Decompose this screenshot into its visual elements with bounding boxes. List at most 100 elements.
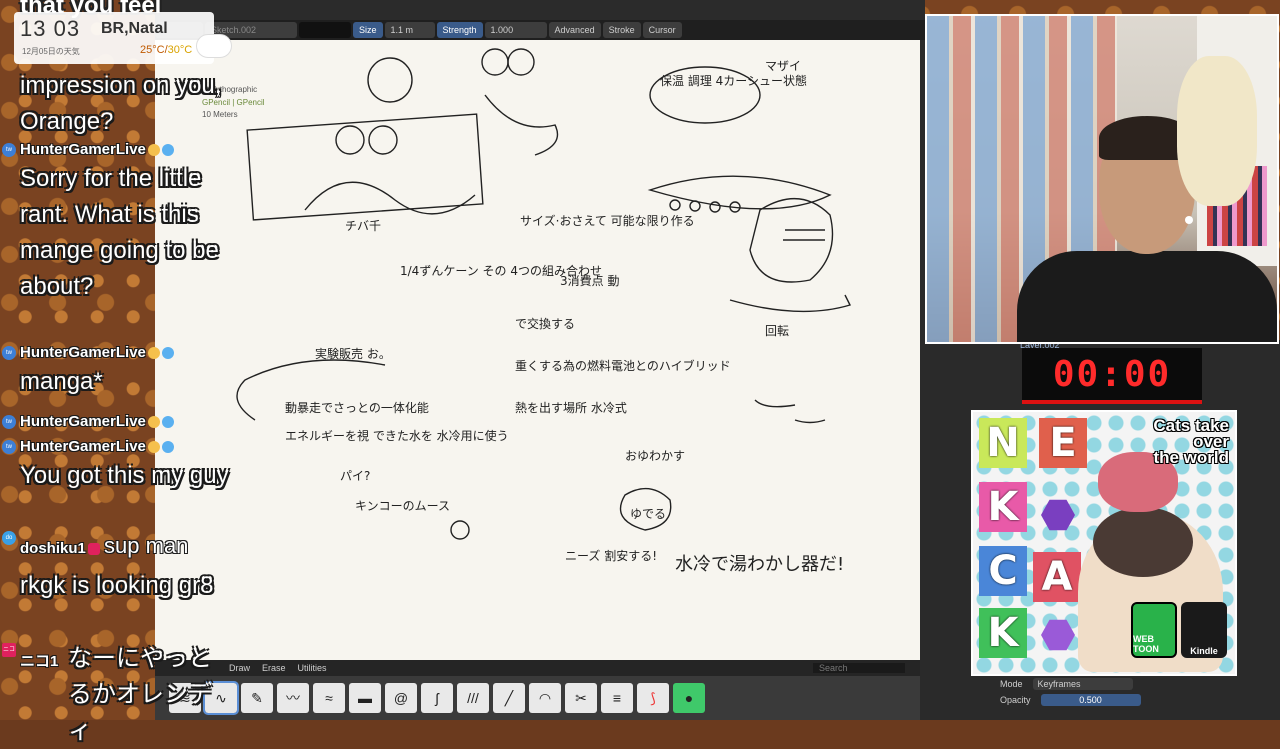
sub-badge-icon (161, 441, 174, 454)
opacity-label: Opacity (1000, 695, 1031, 705)
sketch-note: 水冷で湯わかし器だ! (675, 554, 844, 575)
stroke-dropdown[interactable]: Stroke (602, 22, 641, 38)
chat-message: なーにやっとるかオレンディ (68, 645, 212, 744)
sketch-note: で交換する (515, 316, 575, 331)
brush-thumbnail[interactable]: 〰 (277, 683, 309, 713)
sketch-face (367, 57, 413, 103)
promo-letter: K (979, 482, 1027, 532)
sketch-note: 実験販売 お。 (315, 346, 391, 361)
twitch-icon: tw (2, 346, 16, 360)
brush-thumbnail[interactable]: ⟆ (637, 683, 669, 713)
opacity-slider[interactable]: 0.500 (1040, 694, 1141, 706)
chat-message: You got this my guy (20, 462, 229, 489)
sketch-note: チバ千 (345, 219, 381, 233)
chat-message: manga* (20, 368, 103, 395)
kindle-label: Kindle (1190, 646, 1218, 656)
sketch-note: おゆわかす (625, 449, 685, 463)
cloud-icon (196, 34, 232, 58)
weather-date: 12月05日の天気 (22, 47, 80, 56)
brush-thumbnail[interactable]: ● (673, 683, 705, 713)
youtube-icon: do (2, 531, 16, 545)
sketch-note: 回転 (765, 324, 789, 338)
sketch-note: 保温 調理 4カーシュー状態 (660, 73, 807, 88)
color-swatch[interactable] (299, 22, 351, 38)
webtoon-label: WEB TOON (1133, 634, 1159, 654)
teddy-bear (1177, 56, 1257, 206)
sketch-note: パイ? (340, 469, 370, 483)
drawing-canvas[interactable]: ht Orthographic GPencil | GPencil 10 Met… (155, 40, 920, 660)
kindle-badge: Kindle (1181, 602, 1227, 658)
brush-thumbnail[interactable]: ◠ (529, 683, 561, 713)
brush-thumbnail[interactable]: ≈ (313, 683, 345, 713)
search-input[interactable]: Search (813, 663, 905, 673)
promo-title: Cats take over the world (1153, 417, 1229, 467)
promo-card: N E K C A K Cats take over the world WEB… (971, 410, 1237, 676)
brush-thumbnail[interactable]: ╱ (493, 683, 525, 713)
brush-thumbnail[interactable]: ▬ (349, 683, 381, 713)
chat-username: ニコ1 (20, 653, 59, 670)
sketch-note: エネルギーを視 できた水を 水冷用に使う (285, 428, 509, 443)
blender-window: Sketch.002 Size 1.1 m Strength 1.000 Adv… (155, 0, 925, 720)
brush-thumbnail[interactable]: @ (385, 683, 417, 713)
brush-thumbnail[interactable]: /// (457, 683, 489, 713)
cursor-dropdown[interactable]: Cursor (642, 22, 682, 38)
size-field[interactable]: 1.1 m (384, 22, 435, 38)
opacity-row: Opacity 0.500 (1000, 694, 1141, 706)
streamer-body (1017, 251, 1277, 342)
chat-username: HunterGamerLive (20, 438, 174, 455)
sketch-note: キンコーのムース (355, 499, 450, 513)
sketch-note: 熱を出す場所 水冷式 (515, 401, 627, 415)
promo-letter: N (979, 418, 1027, 468)
twitch-icon: tw (2, 440, 16, 454)
brush-thumbnail[interactable]: ≡ (601, 683, 633, 713)
chat-username-text: HunterGamerLive (20, 438, 146, 455)
mode-dropdown[interactable]: Keyframes (1032, 678, 1133, 690)
chat-message: impression on you, Orange? (20, 72, 222, 135)
chat-message-inline: sup man (104, 533, 189, 558)
asset-shelf-tabs: Draw Erase Utilities Search (155, 660, 925, 676)
advanced-dropdown[interactable]: Advanced (548, 22, 601, 38)
clock-location: BR,Natal (101, 20, 168, 37)
strength-field[interactable]: 1.000 (484, 22, 547, 38)
promo-letter: E (1039, 418, 1087, 468)
brush-thumbnail[interactable]: ʃ (421, 683, 453, 713)
tab-erase[interactable]: Erase (256, 663, 292, 673)
sketch-note: マザイ (765, 59, 801, 73)
sketch-drawing: チバ千 サイズ·おさえて 可能な限り作る 1/4ずんケーン その 4つの組み合わ… (236, 48, 851, 575)
tool-header: Sketch.002 Size 1.1 m Strength 1.000 Adv… (155, 20, 925, 40)
sketch-note: ゆでる (630, 507, 666, 521)
sub-badge-icon (161, 347, 174, 360)
chat-username: HunterGamerLive (20, 413, 174, 430)
brush-shelf: ≋ ∿ ✎ 〰 ≈ ▬ @ ʃ /// ╱ ◠ ✂ ≡ ⟆ ● (155, 676, 925, 720)
size-label: Size (353, 22, 383, 38)
crown-badge-icon (147, 144, 160, 157)
chat-username-text: doshiku1 (20, 540, 86, 557)
chat-username-text: HunterGamerLive (20, 344, 146, 361)
chat-overlay: that you feel impression on you, Orange?… (0, 0, 230, 744)
timer-value: 00:00 (1052, 353, 1172, 395)
promo-letter: K (979, 608, 1027, 658)
tab-utilities[interactable]: Utilities (292, 663, 333, 673)
brush-thumbnail[interactable]: ✂ (565, 683, 597, 713)
temp-low: 30°C (167, 44, 193, 56)
strength-label: Strength (436, 22, 483, 38)
crown-badge-icon (147, 441, 160, 454)
chat-message: Sorry for the little rant. What is this … (20, 165, 219, 300)
brush-thumbnail[interactable]: ✎ (241, 683, 273, 713)
promo-title-line: the world (1153, 448, 1229, 467)
chat-username: HunterGamerLive (20, 141, 174, 158)
crown-badge-icon (147, 347, 160, 360)
stream-timer: 00:00 (1022, 348, 1202, 404)
promo-letter: C (979, 546, 1027, 596)
sketch-note: 3消費点 動 (560, 273, 619, 288)
chat-username-text: HunterGamerLive (20, 141, 146, 158)
heart-badge-icon (87, 543, 100, 556)
niconico-icon: ニコ (2, 643, 16, 657)
sub-badge-icon (161, 144, 174, 157)
weather-temperature: 25°C/30°C (140, 44, 192, 56)
promo-letter: A (1033, 552, 1081, 602)
clock-weather-widget: 13 03 BR,Natal 12月05日の天気 25°C/30°C (14, 12, 232, 64)
earbud (1185, 216, 1193, 224)
mode-label: Mode (1000, 679, 1023, 689)
mode-row: Mode Keyframes (1000, 678, 1133, 690)
